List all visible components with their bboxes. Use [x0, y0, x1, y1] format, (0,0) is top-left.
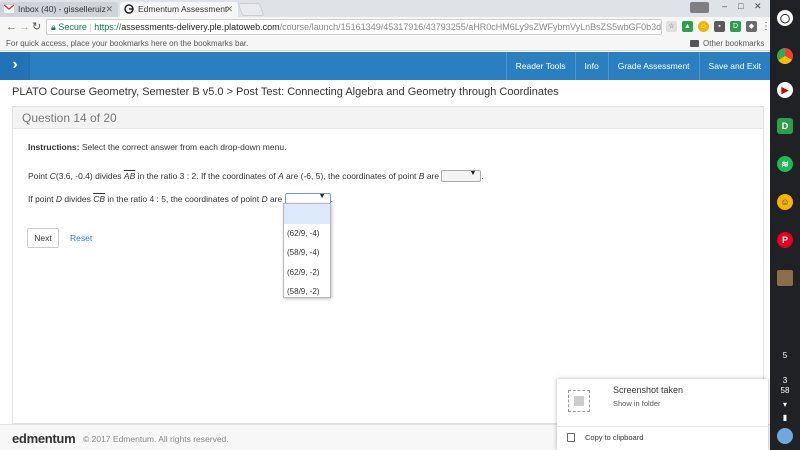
browser-toolbar: ← → ↻ 🔒︎ Secure | https://assessments-de…	[0, 17, 771, 37]
reader-tools-button[interactable]: Reader Tools	[505, 52, 575, 80]
extension-icon[interactable]: ▲	[682, 21, 693, 32]
copy-to-clipboard-button[interactable]: Copy to clipboard	[585, 433, 643, 442]
edmentum-icon	[124, 4, 134, 14]
other-bookmarks[interactable]: Other bookmarks	[690, 37, 764, 50]
lock-icon: 🔒︎	[51, 22, 56, 32]
divider	[557, 426, 768, 427]
tab-label: Inbox (40) - gisselleruiz	[18, 4, 106, 14]
dropdown-arrow-icon: ▼	[318, 193, 326, 200]
dropdown-option[interactable]: (58/9, -4)	[284, 243, 330, 263]
dropdown-arrow-icon: ▼	[469, 170, 477, 177]
tab-edmentum[interactable]: Edmentum Assessment ✕	[120, 2, 238, 17]
star-icon[interactable]: ☆	[666, 21, 677, 32]
segment-cb: CB	[93, 194, 106, 204]
photo-app-icon[interactable]	[777, 270, 793, 286]
os-shelf: ◯ ▶ D ≋ ☺ P 5 3 58 ▾ ▮	[770, 0, 800, 450]
gmail-icon	[4, 4, 14, 13]
emoji-extension-icon[interactable]: ☺	[698, 21, 709, 32]
launcher-icon[interactable]: ◯	[777, 10, 793, 26]
tab-close-icon[interactable]: ✕	[225, 2, 233, 16]
url-scheme: https://	[94, 22, 122, 32]
profile-badge[interactable]	[690, 2, 709, 13]
wifi-icon[interactable]: ▾	[770, 400, 800, 409]
app-menu: Reader Tools Info Grade Assessment Save …	[505, 52, 770, 80]
instructions-label: Instructions:	[28, 142, 80, 152]
url-host: assessments-delivery.ple.platoweb.com	[121, 22, 280, 32]
spotify-icon[interactable]: ≋	[777, 156, 793, 172]
question-panel: Question 14 of 20 Instructions: Select t…	[12, 106, 764, 424]
app-header: › Reader Tools Info Grade Assessment Sav…	[0, 52, 770, 80]
forward-icon[interactable]: →	[19, 20, 30, 34]
reset-link[interactable]: Reset	[70, 233, 92, 243]
folder-icon	[690, 40, 699, 47]
dropdown-options-list: (62/9, -4) (58/9, -4) (62/9, -2) (58/9, …	[283, 203, 331, 298]
maximize-icon[interactable]: □	[738, 1, 743, 11]
segment-ab: AB	[123, 171, 136, 181]
question-line-1: Point C(3.6, -0.4) divides AB in the rat…	[28, 170, 484, 182]
extension-icon[interactable]: ▪	[714, 21, 725, 32]
dropdown-option-blank[interactable]	[284, 204, 330, 224]
back-icon[interactable]: ←	[6, 20, 17, 34]
instructions: Instructions: Select the correct answer …	[28, 142, 286, 152]
grade-assessment-button[interactable]: Grade Assessment	[607, 52, 699, 80]
new-tab-button[interactable]	[237, 3, 265, 16]
bookmarks-bar: For quick access, place your bookmarks h…	[0, 37, 770, 51]
clock-hour[interactable]: 3	[770, 376, 800, 385]
dropdown-option[interactable]: (62/9, -2)	[284, 263, 330, 283]
avatar[interactable]	[777, 428, 793, 444]
question-number: Question 14 of 20	[22, 111, 117, 125]
dropdown-option[interactable]: (62/9, -4)	[284, 224, 330, 244]
extension-icon[interactable]: ◆	[746, 21, 757, 32]
address-bar[interactable]: 🔒︎ Secure | https://assessments-delivery…	[46, 19, 662, 35]
show-in-folder-link[interactable]: Show in folder	[613, 399, 661, 408]
copyright-text: © 2017 Edmentum. All rights reserved.	[83, 434, 229, 444]
edmentum-logo: edmentum	[12, 431, 76, 446]
reload-icon[interactable]: ↻	[32, 20, 41, 34]
instructions-text: Select the correct answer from each drop…	[81, 142, 287, 152]
secure-label: Secure	[58, 22, 87, 32]
tab-label: Edmentum Assessment	[138, 4, 228, 14]
clock-minute[interactable]: 58	[770, 386, 800, 395]
screenshot-thumbnail	[568, 390, 590, 412]
course-title: PLATO Course Geometry, Semester B v5.0 >…	[12, 86, 559, 98]
answer-dropdown-1[interactable]: ▼	[441, 170, 482, 182]
expand-menu-icon[interactable]: ›	[0, 52, 30, 80]
chrome-icon[interactable]	[777, 48, 793, 64]
question-header: Question 14 of 20	[13, 107, 763, 129]
dropdown-option[interactable]: (58/9, -2)	[284, 282, 330, 302]
bookmarks-hint: For quick access, place your bookmarks h…	[6, 39, 249, 48]
tab-close-icon[interactable]: ✕	[105, 2, 113, 16]
url-path: /course/launch/15161349/45317916/4379325…	[279, 22, 662, 32]
browser-tab-strip: Inbox (40) - gisselleruiz ✕ Edmentum Ass…	[0, 0, 770, 17]
drive-app-icon[interactable]: D	[777, 118, 793, 134]
emoji-app-icon[interactable]: ☺	[777, 194, 793, 210]
battery-icon[interactable]: ▮	[770, 413, 800, 422]
notification-title: Screenshot taken	[613, 385, 684, 395]
minimize-icon[interactable]: –	[722, 1, 727, 11]
window-close-icon[interactable]: ✕	[754, 1, 762, 12]
clipboard-icon	[567, 433, 575, 442]
drive-extension-icon[interactable]: D	[730, 21, 741, 32]
save-and-exit-button[interactable]: Save and Exit	[698, 52, 770, 80]
youtube-icon[interactable]: ▶	[777, 82, 793, 98]
notification-count[interactable]: 5	[770, 351, 800, 360]
tab-inbox[interactable]: Inbox (40) - gisselleruiz ✕	[0, 2, 118, 17]
screenshot-notification: Screenshot taken Show in folder Copy to …	[557, 379, 768, 450]
info-button[interactable]: Info	[574, 52, 608, 80]
pinterest-icon[interactable]: P	[777, 232, 793, 248]
next-button[interactable]: Next	[27, 228, 59, 248]
